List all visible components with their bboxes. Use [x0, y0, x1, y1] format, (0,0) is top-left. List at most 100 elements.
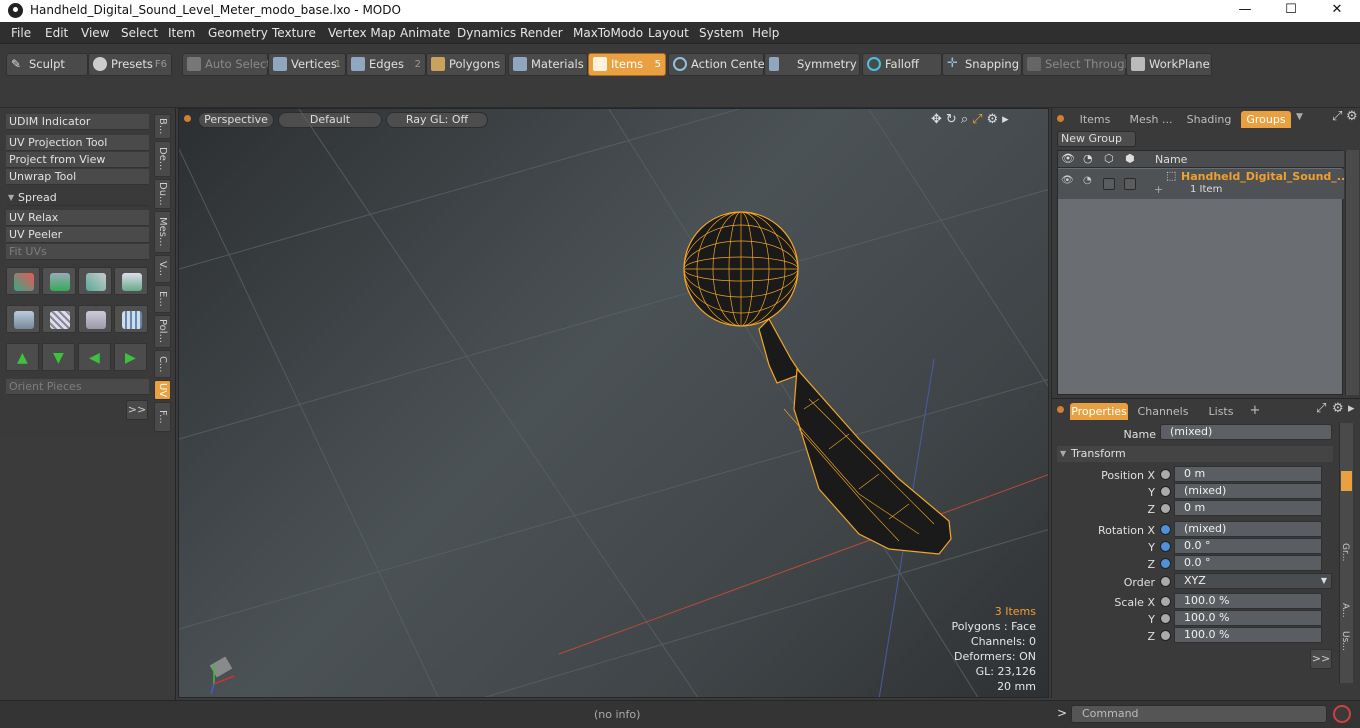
scale-z-radio[interactable]	[1160, 630, 1171, 641]
position-x-radio[interactable]	[1160, 469, 1171, 480]
scale-y-field[interactable]: 100.0 %	[1174, 610, 1322, 626]
lock-icon[interactable]: ⬡	[1104, 152, 1114, 165]
sculpt-button[interactable]: ✎ Sculpt	[6, 53, 88, 76]
vtab-basic[interactable]: B...	[154, 114, 171, 139]
visibility-eye-icon[interactable]: 👁	[1061, 152, 1075, 165]
rotation-z-field[interactable]: 0.0 °	[1174, 555, 1322, 571]
sound-level-meter-mesh[interactable]	[683, 211, 952, 555]
tab-shading[interactable]: Shading	[1182, 111, 1236, 128]
menu-item[interactable]: Item	[168, 26, 195, 40]
name-column-header[interactable]: Name	[1155, 153, 1187, 166]
vtab-uv[interactable]: UV	[154, 380, 171, 400]
uv-projection-tool-button[interactable]: UV Projection Tool	[6, 135, 149, 151]
expand-plus-icon[interactable]: +	[1154, 183, 1163, 196]
scale-x-radio[interactable]	[1160, 596, 1171, 607]
menu-geometry[interactable]: Geometry	[208, 26, 268, 40]
uv-pyramid-tool-button[interactable]	[78, 305, 112, 333]
group-name[interactable]: Handheld_Digital_Sound_...	[1181, 170, 1349, 183]
uv-planar-tool-button[interactable]	[42, 305, 76, 333]
vertices-button[interactable]: Vertices 1	[268, 53, 346, 76]
menu-view[interactable]: View	[81, 26, 109, 40]
align-left-button[interactable]: ◀	[78, 343, 111, 371]
vtab-mesh-edit[interactable]: Mes...	[154, 211, 171, 253]
unwrap-tool-button[interactable]: Unwrap Tool	[6, 169, 149, 185]
properties-menu-dot-icon[interactable]	[1057, 406, 1064, 413]
row-visibility-eye-icon[interactable]: 👁	[1061, 175, 1074, 186]
rotation-x-radio[interactable]	[1160, 524, 1171, 535]
uv-grid-tool-button[interactable]	[114, 305, 148, 333]
orient-pieces-button[interactable]: Orient Pieces	[6, 379, 149, 395]
menu-vertex-map[interactable]: Vertex Map	[328, 26, 396, 40]
uv-relax-button[interactable]: UV Relax	[6, 210, 149, 226]
select-icon[interactable]: ⬢	[1125, 152, 1135, 165]
side-tab-groups[interactable]: Gr...	[1340, 543, 1350, 561]
vtab-polygon[interactable]: Pol...	[154, 315, 171, 348]
scale-x-field[interactable]: 100.0 %	[1174, 593, 1322, 609]
uv-transform-tool-button[interactable]	[6, 267, 40, 295]
select-through-button[interactable]: Select Through	[1022, 53, 1132, 76]
properties-more-button[interactable]: >>	[1310, 649, 1332, 669]
action-center-button[interactable]: Action Center	[668, 53, 769, 76]
menu-file[interactable]: File	[11, 26, 31, 40]
polygons-button[interactable]: Polygons	[426, 53, 506, 76]
rotation-x-field[interactable]: (mixed)	[1174, 521, 1322, 537]
vtab-fusion[interactable]: F...	[154, 402, 171, 432]
materials-button[interactable]: Materials	[508, 53, 588, 76]
tab-channels[interactable]: Channels	[1134, 403, 1192, 420]
udim-indicator-button[interactable]: UDIM Indicator	[6, 114, 149, 130]
vtab-deform[interactable]: De...	[154, 141, 171, 177]
tab-mesh[interactable]: Mesh ...	[1124, 111, 1178, 128]
position-x-field[interactable]: 0 m	[1174, 466, 1322, 482]
scale-z-field[interactable]: 100.0 %	[1174, 627, 1322, 643]
align-right-button[interactable]: ▶	[114, 343, 147, 371]
command-input[interactable]: Command	[1071, 705, 1327, 723]
menu-render[interactable]: Render	[520, 26, 563, 40]
menu-system[interactable]: System	[699, 26, 744, 40]
side-tab-a[interactable]: A...	[1340, 603, 1350, 618]
menu-animate[interactable]: Animate	[400, 26, 450, 40]
position-y-field[interactable]: (mixed)	[1174, 483, 1322, 499]
menu-maxtomodo[interactable]: MaxToModo	[573, 26, 643, 40]
position-z-radio[interactable]	[1160, 503, 1171, 514]
new-group-button[interactable]: New Group	[1057, 131, 1136, 147]
panel-gear-icon[interactable]: ⚙	[1346, 109, 1358, 124]
order-radio[interactable]	[1160, 576, 1171, 587]
left-panel-more-button[interactable]: >>	[126, 400, 148, 420]
row-render-icon[interactable]: ◔	[1083, 175, 1092, 186]
align-down-button[interactable]: ▼	[42, 343, 75, 371]
render-icon[interactable]: ◔	[1083, 152, 1093, 165]
group-row[interactable]: 👁 ◔ + ⬚ Handheld_Digital_Sound_... 1 Ite…	[1058, 169, 1349, 199]
transform-section-header[interactable]: ▼ Transform	[1057, 446, 1333, 462]
tab-groups[interactable]: Groups	[1241, 111, 1291, 128]
snapping-button[interactable]: ✛ Snapping	[942, 53, 1022, 76]
uv-rotate-tool-button[interactable]	[42, 267, 76, 295]
symmetry-button[interactable]: Symmetry	[764, 53, 860, 76]
project-from-view-button[interactable]: Project from View	[6, 152, 149, 168]
maximize-button[interactable]: ☐	[1268, 0, 1314, 22]
tab-lists[interactable]: Lists	[1198, 403, 1244, 420]
name-field[interactable]: (mixed)	[1160, 424, 1332, 440]
add-tab-button[interactable]: +	[1248, 402, 1262, 419]
uv-box-tool-button[interactable]	[114, 267, 148, 295]
edges-button[interactable]: Edges 2	[346, 53, 426, 76]
vtab-edge[interactable]: E...	[154, 285, 171, 313]
uv-cylinder-tool-button[interactable]	[6, 305, 40, 333]
menu-dynamics[interactable]: Dynamics	[457, 26, 516, 40]
rotation-z-radio[interactable]	[1160, 558, 1171, 569]
menu-layout[interactable]: Layout	[648, 26, 689, 40]
rotation-y-field[interactable]: 0.0 °	[1174, 538, 1322, 554]
groups-scrollbar[interactable]	[1345, 150, 1359, 395]
properties-more-icon[interactable]: ▸	[1348, 401, 1355, 416]
auto-select-button[interactable]: Auto Select	[182, 53, 271, 76]
vtab-vertex[interactable]: V...	[154, 255, 171, 283]
order-dropdown[interactable]: XYZ ▼	[1174, 573, 1332, 589]
position-y-radio[interactable]	[1160, 486, 1171, 497]
workplane-button[interactable]: WorkPlane	[1126, 53, 1212, 76]
properties-expand-icon[interactable]: ⤢	[1316, 401, 1326, 416]
vtab-curve[interactable]: C...	[154, 350, 171, 378]
menu-select[interactable]: Select	[121, 26, 158, 40]
spread-section[interactable]: Spread	[6, 190, 149, 206]
rotation-y-radio[interactable]	[1160, 541, 1171, 552]
uv-move-tool-button[interactable]	[78, 267, 112, 295]
menu-edit[interactable]: Edit	[45, 26, 68, 40]
